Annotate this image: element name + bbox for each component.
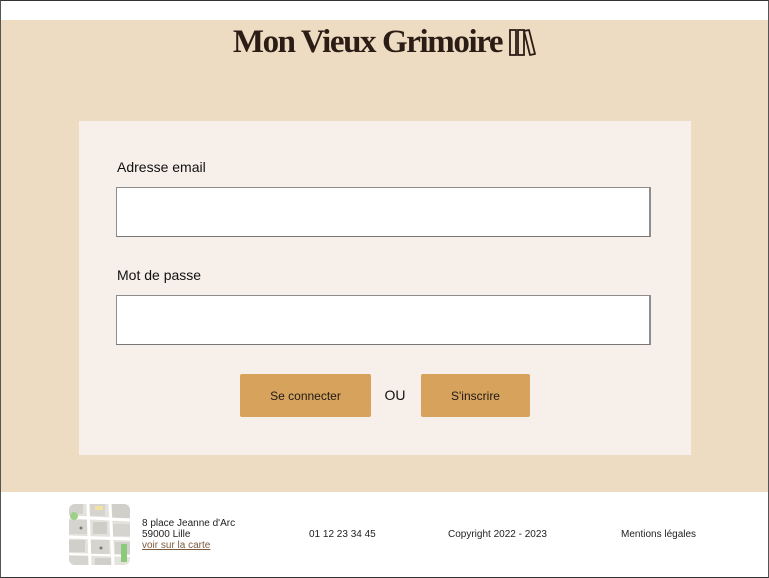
main-area: Mon Vieux Grimoire Adresse email Mot de … <box>0 20 769 492</box>
logo-text: Mon Vieux Grimoire <box>232 23 504 60</box>
signup-button[interactable]: S'inscrire <box>421 374 530 417</box>
copyright-text: Copyright 2022 - 2023 <box>448 529 547 540</box>
phone-number: 01 12 23 34 45 <box>309 529 376 540</box>
legal-notice-link[interactable]: Mentions légales <box>621 529 696 540</box>
login-card: Adresse email Mot de passe Se connecter … <box>79 121 691 455</box>
footer: 8 place Jeanne d'Arc 59000 Lille voir su… <box>0 492 769 578</box>
address-line-2: 59000 Lille <box>142 529 191 540</box>
address-block: 8 place Jeanne d'Arc 59000 Lille voir su… <box>142 518 235 551</box>
password-field[interactable] <box>116 295 651 345</box>
login-button[interactable]: Se connecter <box>240 374 371 417</box>
site-logo[interactable]: Mon Vieux Grimoire <box>0 22 769 62</box>
password-label: Mot de passe <box>117 267 202 283</box>
map-link[interactable]: voir sur la carte <box>142 540 235 551</box>
address-line-1: 8 place Jeanne d'Arc <box>142 518 236 529</box>
email-field[interactable] <box>116 187 651 237</box>
books-icon <box>508 27 537 57</box>
email-label: Adresse email <box>117 159 206 175</box>
top-bar <box>0 0 769 20</box>
or-separator: OU <box>384 387 406 403</box>
map-thumbnail[interactable] <box>69 504 130 565</box>
